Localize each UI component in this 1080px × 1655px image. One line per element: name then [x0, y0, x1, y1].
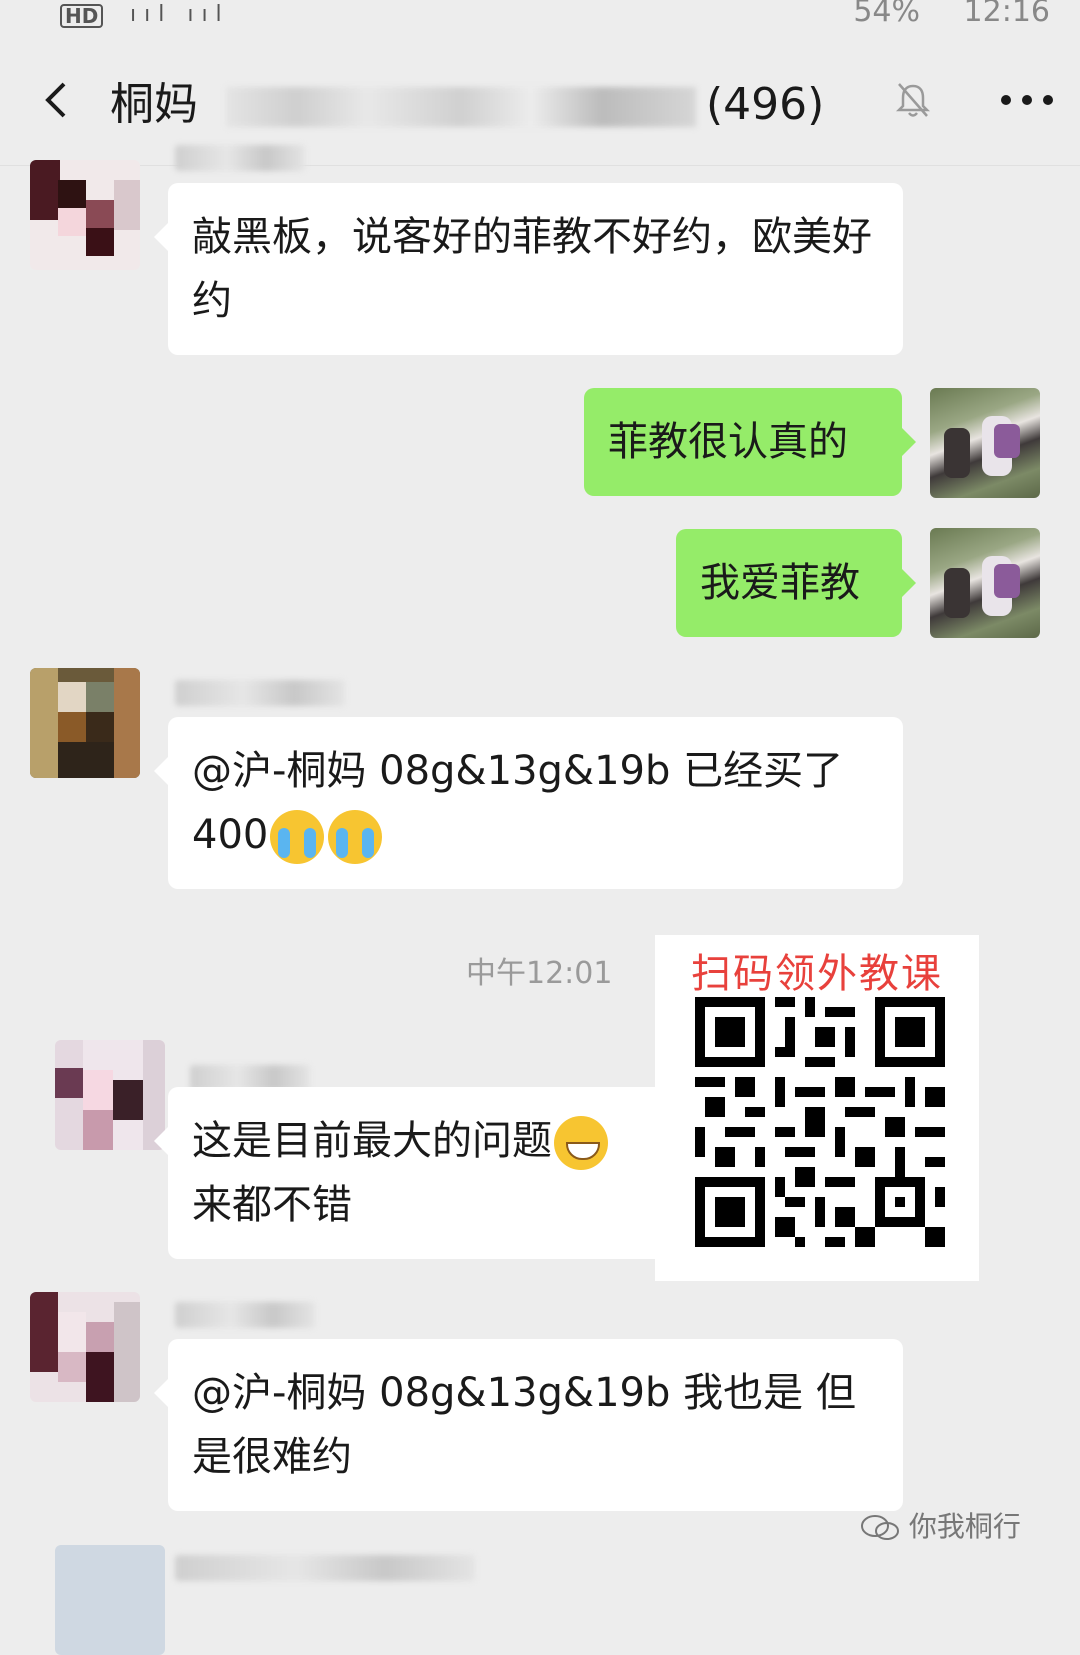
- grinning-emoji-icon: [554, 1116, 608, 1170]
- message-text-line2: 来都不错: [192, 1182, 352, 1228]
- avatar[interactable]: [30, 160, 140, 270]
- my-avatar[interactable]: [930, 528, 1040, 638]
- sender-name: [175, 1555, 475, 1581]
- sender-name: [175, 1302, 315, 1328]
- bell-muted-icon: [895, 83, 931, 117]
- my-message-bubble[interactable]: 菲教很认真的: [584, 388, 916, 496]
- avatar[interactable]: [30, 1292, 140, 1402]
- my-message-bubble[interactable]: 我爱菲教: [676, 529, 916, 637]
- message-text: 我爱菲教: [700, 560, 860, 606]
- message-text: 敲黑板，说客好的菲教不好约，欧美好约: [192, 214, 872, 324]
- back-chevron-icon[interactable]: [38, 78, 78, 122]
- qr-code-card[interactable]: 扫码领外教课: [655, 935, 979, 1281]
- message-text: 这是目前最大的问题: [192, 1118, 552, 1164]
- crying-emoji-icon: [328, 810, 383, 864]
- sender-name: [175, 680, 345, 706]
- crying-emoji-icon: [270, 810, 325, 864]
- watermark: 你我桐行: [860, 1505, 1021, 1545]
- wechat-official-account-icon: [861, 1515, 899, 1540]
- member-count: (496): [706, 79, 825, 130]
- avatar[interactable]: [55, 1545, 165, 1655]
- hd-badge: HD: [60, 4, 104, 28]
- message-bubble[interactable]: @沪-桐妈 08g&13g&19b 已经买了400: [154, 717, 903, 889]
- watermark-text: 你我桐行: [908, 1510, 1021, 1543]
- message-text: @沪-桐妈 08g&13g&19b 我也是 但是很难约: [192, 1370, 856, 1480]
- battery-level: 54%: [853, 0, 920, 29]
- more-dots-icon[interactable]: [998, 92, 1056, 108]
- group-name: 桐妈: [110, 79, 198, 130]
- chat-title-bar: 桐妈 (496): [0, 40, 1080, 166]
- message-bubble[interactable]: @沪-桐妈 08g&13g&19b 我也是 但是很难约: [154, 1339, 903, 1511]
- message-text: 菲教很认真的: [608, 419, 848, 465]
- qr-title: 扫码领外教课: [691, 951, 943, 997]
- avatar[interactable]: [30, 668, 140, 778]
- avatar[interactable]: [55, 1040, 165, 1150]
- status-time: 12:16: [963, 0, 1050, 29]
- qr-code-icon[interactable]: [695, 997, 945, 1247]
- status-bar: HD ııl ııl 54% 12:16: [0, 0, 1080, 40]
- redacted-group-name: [226, 87, 696, 127]
- my-avatar[interactable]: [930, 388, 1040, 498]
- message-bubble[interactable]: 敲黑板，说客好的菲教不好约，欧美好约: [154, 183, 903, 355]
- message-timestamp: 中午12:01: [466, 956, 613, 991]
- chat-title: 桐妈 (496): [110, 68, 824, 132]
- signal-icon: ııl ııl: [130, 2, 230, 27]
- sender-name: [175, 145, 305, 171]
